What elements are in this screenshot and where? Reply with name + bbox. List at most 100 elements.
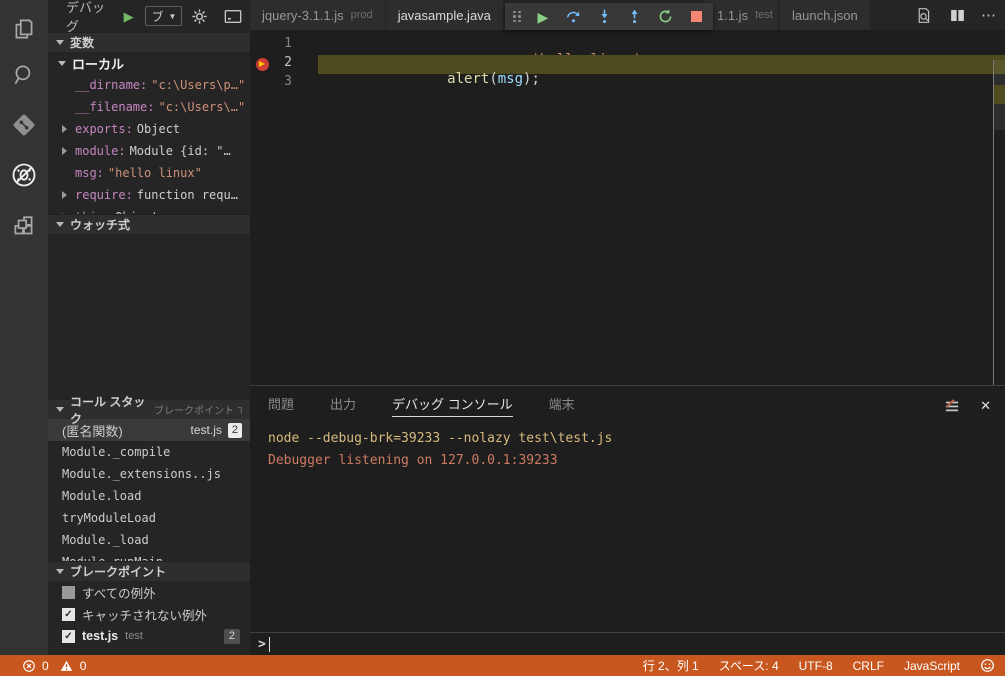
chevron-collapsed-icon[interactable]	[62, 191, 67, 199]
feedback-smiley-icon[interactable]	[980, 658, 995, 673]
debug-console-toggle-icon[interactable]	[224, 6, 242, 26]
variable-name: __filename:	[75, 100, 154, 114]
variable-name: require:	[75, 188, 133, 202]
gutter-line-3[interactable]: 3	[250, 74, 318, 93]
explorer-icon[interactable]	[0, 6, 48, 52]
breakpoint-row[interactable]: ✓ test.js test 2	[48, 625, 250, 647]
line-number: 1	[284, 36, 292, 51]
console-line: Debugger listening on 127.0.0.1:39233	[268, 450, 1005, 472]
split-editor-icon[interactable]	[947, 5, 967, 25]
breakpoints-section-header[interactable]: ブレークポイント	[48, 561, 250, 581]
source-control-icon[interactable]	[0, 102, 48, 148]
code-line-1: 1 var msg = 'hello linux';	[250, 36, 1005, 55]
call-stack-frame-clipped[interactable]: Module.runMain	[48, 551, 250, 561]
open-preview-icon[interactable]	[913, 5, 933, 25]
debug-console-input[interactable]: >	[250, 632, 1005, 655]
chevron-expanded-icon	[58, 61, 66, 66]
eol-sequence[interactable]: CRLF	[853, 659, 884, 673]
breakpoint-row[interactable]: すべての例外	[48, 581, 250, 603]
files-icon	[11, 16, 37, 42]
step-into-button[interactable]	[595, 8, 613, 26]
debug-icon[interactable]	[0, 152, 48, 198]
encoding[interactable]: UTF-8	[799, 659, 833, 673]
continue-button[interactable]: ▶	[534, 8, 552, 26]
code-editor[interactable]: 1 var msg = 'hello linux'; 2 alert(msg);	[250, 30, 1005, 385]
call-stack-section-header[interactable]: コール スタック ブレークポイント で..	[48, 399, 250, 419]
launch-config-dropdown[interactable]: ブ ▼	[145, 6, 182, 26]
tab-debug-console[interactable]: デバッグ コンソール	[392, 394, 513, 417]
problems-status[interactable]: 0 0	[22, 659, 86, 673]
step-over-button[interactable]	[565, 8, 583, 26]
scope-local[interactable]: ローカル	[48, 52, 250, 74]
variable-row[interactable]: exports: Object	[48, 118, 250, 140]
panel-actions: ✕	[942, 396, 991, 416]
tab-folder-label: prod	[351, 9, 373, 21]
checkbox-checked[interactable]: ✓	[62, 630, 75, 643]
tab-output[interactable]: 出力	[330, 394, 356, 416]
cursor-position[interactable]: 行 2、列 1	[643, 657, 699, 674]
restart-button[interactable]	[657, 8, 675, 26]
gutter-line-1[interactable]: 1	[250, 36, 318, 55]
variable-row[interactable]: __filename: "c:\Users\…"	[48, 96, 250, 118]
drag-handle-icon[interactable]	[513, 11, 521, 23]
variable-row[interactable]: module: Module {id: "…	[48, 140, 250, 162]
tab-problems[interactable]: 問題	[268, 394, 294, 416]
search-icon[interactable]	[0, 52, 48, 98]
watch-section-header[interactable]: ウォッチ式	[48, 214, 250, 234]
line-number: 2	[284, 55, 292, 70]
chevron-expanded-icon	[56, 569, 64, 574]
chevron-collapsed-icon[interactable]	[62, 125, 67, 133]
line-number: 3	[284, 74, 292, 89]
tab-label: 1.1.js	[717, 8, 748, 23]
tab-label: jquery-3.1.1.js	[262, 8, 344, 23]
variables-section-header[interactable]: 変数	[48, 32, 250, 52]
prompt-chevron-icon: >	[258, 637, 266, 652]
extensions-icon[interactable]	[0, 204, 48, 250]
variable-row[interactable]: require: function requ…	[48, 184, 250, 206]
configure-gear-icon[interactable]	[190, 6, 208, 26]
tab-terminal[interactable]: 端末	[549, 394, 575, 416]
gutter-line-2[interactable]: 2	[250, 55, 318, 74]
overview-ruler-scrollbar[interactable]	[993, 60, 1005, 385]
stop-icon	[691, 11, 702, 22]
tab-launch-json[interactable]: launch.json	[780, 0, 870, 30]
call-stack-frame[interactable]: (匿名関数) test.js 2	[48, 419, 250, 441]
language-mode[interactable]: JavaScript	[904, 659, 960, 673]
chevron-down-icon: ▼	[168, 12, 176, 21]
variable-row[interactable]: __dirname: "c:\Users\p…"	[48, 74, 250, 96]
frame-name: Module.load	[62, 489, 141, 503]
breakpoints-section-label: ブレークポイント	[70, 563, 166, 580]
tab-javasample[interactable]: javasample.java	[386, 0, 503, 30]
call-stack-frame[interactable]: Module._load	[48, 529, 250, 551]
more-actions-icon[interactable]: ⋯	[981, 6, 997, 24]
chevron-collapsed-icon[interactable]	[62, 147, 67, 155]
call-stack-frame[interactable]: Module._compile	[48, 441, 250, 463]
frame-name: Module._extensions..js	[62, 467, 221, 481]
debug-sidebar: デバッグ ▶ ブ ▼	[48, 0, 250, 655]
variable-row-clipped[interactable]: this: Object	[48, 206, 250, 214]
call-stack-frame[interactable]: tryModuleLoad	[48, 507, 250, 529]
indentation[interactable]: スペース: 4	[719, 657, 779, 674]
checkbox-unchecked[interactable]	[62, 586, 75, 599]
breakpoint-current-icon[interactable]	[256, 58, 269, 71]
stop-button[interactable]	[687, 8, 705, 26]
clear-console-icon[interactable]	[942, 396, 962, 416]
error-icon	[22, 659, 36, 673]
variable-value: Module {id: "…	[130, 144, 231, 158]
start-debug-button[interactable]: ▶	[120, 6, 138, 26]
variable-row[interactable]: msg: "hello linux"	[48, 162, 250, 184]
frame-file: test.js	[191, 423, 222, 437]
editor-actions: ⋯	[913, 0, 997, 30]
call-stack-frame[interactable]: Module.load	[48, 485, 250, 507]
chevron-collapsed-icon[interactable]	[62, 213, 67, 214]
call-stack-frame[interactable]: Module._extensions..js	[48, 463, 250, 485]
step-out-button[interactable]	[626, 8, 644, 26]
code-line-3: 3	[250, 74, 1005, 93]
breakpoint-row[interactable]: ✓ キャッチされない例外	[48, 603, 250, 625]
watch-section-label: ウォッチ式	[70, 216, 130, 233]
close-panel-icon[interactable]: ✕	[980, 398, 991, 414]
tab-jquery-test[interactable]: 1.1.js test	[705, 0, 778, 30]
tab-label: launch.json	[792, 8, 858, 23]
tab-jquery-prod[interactable]: jquery-3.1.1.js prod	[250, 0, 385, 30]
checkbox-checked[interactable]: ✓	[62, 608, 75, 621]
